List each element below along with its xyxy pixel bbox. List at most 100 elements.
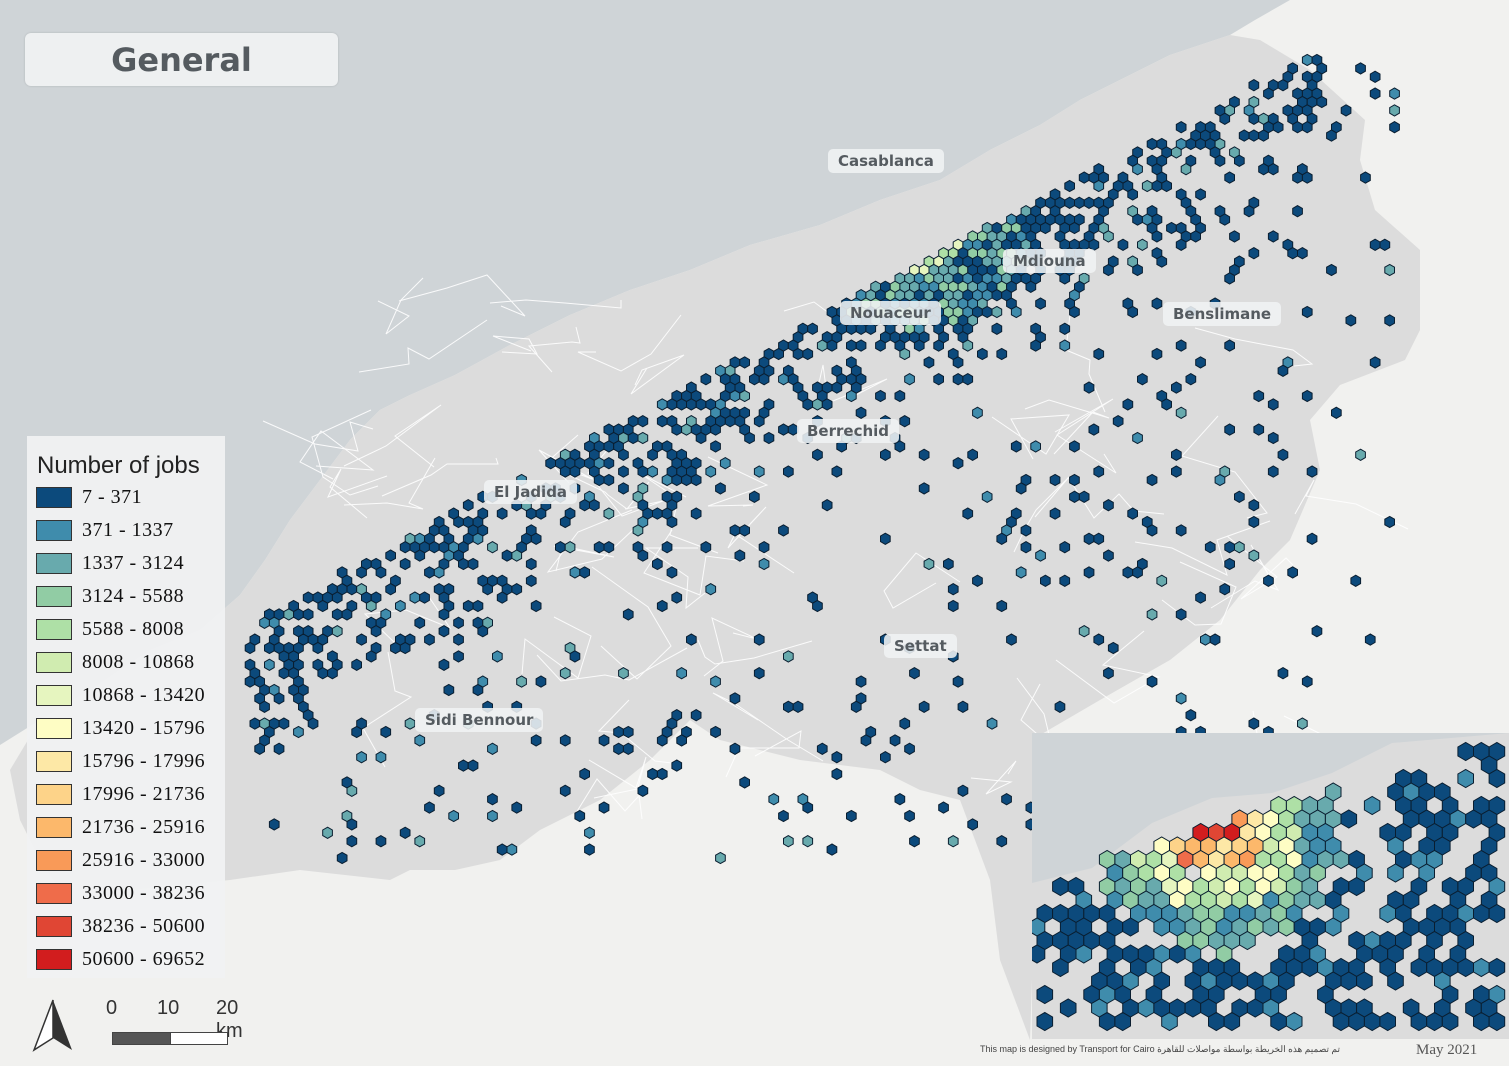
hexagon-cell — [584, 843, 595, 856]
hexagon-cell — [487, 541, 498, 554]
hexagon-cell — [1301, 675, 1313, 688]
hexagon-cell — [1195, 356, 1206, 369]
city-label-el-jadida: El Jadida — [484, 480, 578, 504]
hexagon-cell — [346, 784, 358, 797]
hexagon-cell — [1465, 809, 1482, 829]
hexagon-cell — [1175, 524, 1187, 537]
hexagon-cell — [695, 431, 707, 445]
legend-item: 3124 - 5588 — [36, 583, 184, 609]
hexagon-cell — [574, 809, 586, 823]
hexagon-cell — [1384, 263, 1395, 277]
hexagon-cell — [1185, 373, 1197, 386]
hexagon-cell — [1161, 1011, 1178, 1032]
hexagon-cell — [991, 305, 1003, 319]
hexagon-cell — [952, 457, 964, 470]
hexagon-cell — [1426, 1011, 1443, 1032]
hexagon-cell — [1248, 247, 1260, 260]
map-date: May 2021 — [1416, 1042, 1478, 1058]
hexagon-cell — [1238, 129, 1250, 142]
hexagon-cell — [414, 835, 426, 848]
hexagon-cell — [579, 767, 590, 781]
hexagon-cell — [1069, 305, 1080, 319]
hexagon-cell — [317, 667, 329, 680]
hexagon-cell — [569, 650, 581, 663]
hexagon-cell — [656, 767, 668, 781]
hexagon-cell — [1059, 322, 1071, 335]
hexagon-cell — [952, 373, 964, 386]
hexagon-cell — [1209, 633, 1221, 646]
hexagon-cell — [613, 742, 624, 755]
hexagon-cell — [1331, 406, 1342, 419]
hexagon-cell — [991, 322, 1003, 335]
hexagon-cell — [1093, 633, 1105, 646]
city-label-sidi-bennour: Sidi Bennour — [415, 708, 544, 732]
hexagon-cell — [792, 700, 804, 713]
hexagon-cell — [952, 356, 964, 369]
hexagon-cell — [525, 574, 537, 587]
hexagon-cell — [671, 423, 683, 436]
hexagon-cell — [792, 347, 804, 361]
legend-item: 38236 - 50600 — [36, 913, 205, 939]
hexagon-cell — [1146, 524, 1158, 537]
hexagon-cell — [1083, 196, 1095, 209]
hexagon-cell — [933, 339, 944, 352]
hexagon-cell — [545, 457, 556, 470]
hexagon-cell — [1231, 971, 1248, 991]
hexagon-cell — [264, 641, 275, 655]
hexagon-cell — [385, 549, 396, 562]
hexagon-cell — [1175, 121, 1187, 134]
hexagon-cell — [637, 415, 649, 428]
hexagon-cell — [753, 415, 765, 428]
hexagon-cell — [1262, 917, 1280, 937]
legend-swatch — [36, 717, 72, 739]
hexagon-cell — [1246, 998, 1264, 1018]
hexagon-cell — [1297, 247, 1308, 260]
hexagon-cell — [1214, 154, 1226, 167]
hexagon-cell — [438, 658, 450, 671]
hexagon-cell — [1340, 104, 1352, 117]
hexagon-cell — [1025, 280, 1037, 293]
hexagon-cell — [1175, 406, 1187, 419]
hexagon-cell — [812, 448, 823, 461]
hexagon-cell — [1277, 448, 1289, 461]
hexagon-cell — [331, 625, 343, 638]
hexagon-cell — [695, 398, 707, 411]
hexagon-cell — [1185, 709, 1197, 722]
hexagon-cell — [569, 566, 581, 579]
hexagon-cell — [1410, 957, 1428, 978]
hexagon-cell — [1332, 849, 1350, 870]
hexagon-cell — [1151, 297, 1163, 310]
hexagon-cell — [622, 608, 634, 621]
hexagon-cell — [967, 818, 978, 831]
hexagon-cell — [846, 339, 857, 352]
hexagon-cell — [365, 650, 377, 663]
hexagon-cell — [860, 734, 872, 747]
hexagon-cell — [448, 809, 459, 823]
hexagon-cell — [739, 356, 750, 369]
hexagon-cell — [1379, 903, 1396, 924]
hexagon-cell — [1473, 1011, 1490, 1032]
hexagon-cell — [395, 599, 406, 613]
hexagon-cell — [1355, 448, 1366, 461]
hexagon-cell — [904, 809, 915, 823]
hexagon-cell — [739, 389, 750, 403]
hexagon-cell — [307, 717, 319, 730]
hexagon-cell — [933, 373, 944, 386]
hexagon-cell — [453, 633, 464, 646]
hexagon-cell — [593, 541, 605, 554]
hexagon-cell — [273, 692, 285, 705]
hexagon-cell — [700, 541, 712, 554]
hexagon-cell — [686, 633, 697, 646]
hexagon-cell — [341, 608, 353, 621]
hexagon-cell — [661, 541, 673, 554]
hexagon-cell — [690, 709, 702, 722]
hexagon-cell — [1224, 557, 1235, 571]
hexagon-cell — [996, 347, 1008, 361]
hexagon-cell — [1473, 903, 1490, 924]
hexagon-cell — [855, 406, 867, 419]
hexagon-cell — [1151, 230, 1163, 243]
hexagon-cell — [1117, 238, 1129, 251]
hexagon-cell — [918, 700, 930, 713]
hexagon-cell — [1132, 213, 1143, 226]
hexagon-cell — [559, 667, 571, 680]
